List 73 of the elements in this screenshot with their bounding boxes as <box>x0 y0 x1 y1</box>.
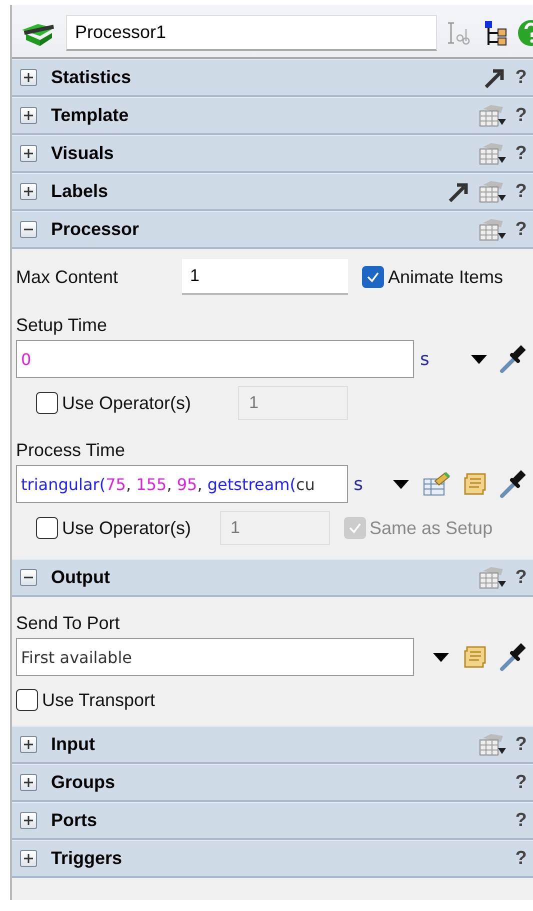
eyedropper-icon[interactable] <box>499 344 527 374</box>
field-label: Max Content <box>16 266 120 288</box>
help-link[interactable]: ? <box>513 734 529 756</box>
help-link[interactable]: ? <box>513 810 529 832</box>
table-properties-icon[interactable] <box>477 216 507 242</box>
object-name-field[interactable]: Processor1 <box>66 15 437 51</box>
expand-button[interactable] <box>20 812 37 829</box>
field-label: Send To Port <box>16 613 120 633</box>
help-link[interactable]: ? <box>513 566 529 588</box>
code-field[interactable]: 0 <box>16 340 414 378</box>
expand-button[interactable] <box>20 850 37 867</box>
plus-icon <box>23 853 34 864</box>
field-label: Setup Time <box>16 315 108 335</box>
table-properties-icon[interactable] <box>477 564 507 590</box>
unit-label: s <box>420 348 430 370</box>
eyedropper-icon[interactable] <box>499 469 527 499</box>
expand-button[interactable] <box>20 774 37 791</box>
help-link[interactable]: ? <box>513 142 529 164</box>
plus-icon <box>23 815 34 826</box>
plus-icon <box>23 72 34 83</box>
table-properties-icon[interactable] <box>477 178 507 204</box>
section-title[interactable]: Labels <box>51 181 447 202</box>
section-title[interactable]: Ports <box>51 810 507 831</box>
help-link[interactable]: ? <box>513 66 529 88</box>
checkmark-icon <box>348 521 362 535</box>
checkmark-icon <box>366 270 380 284</box>
collapse-button[interactable] <box>20 569 37 586</box>
section-title[interactable]: Statistics <box>51 67 483 88</box>
checkbox[interactable] <box>16 689 38 711</box>
expand-button[interactable] <box>20 183 37 200</box>
help-link[interactable]: ? <box>513 218 529 240</box>
section-title[interactable]: Visuals <box>51 143 477 164</box>
plus-icon <box>23 739 34 750</box>
dropdown-caret-icon[interactable] <box>431 651 451 663</box>
section-title[interactable]: Triggers <box>51 848 507 869</box>
help-link[interactable]: ? <box>513 180 529 202</box>
checkbox-label: Use Operator(s) <box>62 392 192 414</box>
table-properties-icon[interactable] <box>477 102 507 128</box>
unit-label: s <box>354 474 363 494</box>
code-field[interactable]: triangular(75, 155, 95, getstream(cu <box>16 465 348 503</box>
tree-icon[interactable] <box>483 19 509 47</box>
help-link[interactable]: ? <box>513 848 529 870</box>
section-title[interactable]: Processor <box>51 219 477 240</box>
expand-button[interactable] <box>20 145 37 162</box>
section-title[interactable]: Input <box>51 734 477 755</box>
code-field[interactable]: First available <box>16 638 414 676</box>
table-properties-icon[interactable] <box>477 732 507 758</box>
help-link[interactable]: ? <box>513 772 529 794</box>
expand-button[interactable] <box>20 107 37 124</box>
dropdown-caret-icon[interactable] <box>391 478 411 490</box>
table-properties-icon[interactable] <box>477 140 507 166</box>
checkbox-label: Same as Setup <box>370 518 493 538</box>
eyedropper-icon[interactable] <box>499 642 527 672</box>
checkbox-label: Use Transport <box>42 690 156 710</box>
plus-icon <box>23 148 34 159</box>
expand-button[interactable] <box>20 69 37 86</box>
field-label: Process Time <box>16 440 126 460</box>
help-icon[interactable] <box>517 19 533 47</box>
section-title[interactable]: Output <box>51 567 477 588</box>
section-title[interactable]: Template <box>51 105 477 126</box>
checkbox-label: Animate Items <box>388 266 504 288</box>
table-edit-icon[interactable] <box>421 471 451 497</box>
plus-icon <box>23 110 34 121</box>
input-field[interactable]: 1 <box>182 259 348 295</box>
plus-icon <box>23 186 34 197</box>
expand-button[interactable] <box>20 736 37 753</box>
collapse-button[interactable] <box>20 221 37 238</box>
section-title[interactable]: Groups <box>51 772 507 793</box>
checkbox-label: Use Operator(s) <box>62 518 192 538</box>
checkbox[interactable] <box>362 266 384 288</box>
help-link[interactable]: ? <box>513 104 529 126</box>
plus-icon <box>23 777 34 788</box>
dropdown-caret-icon[interactable] <box>469 353 489 365</box>
